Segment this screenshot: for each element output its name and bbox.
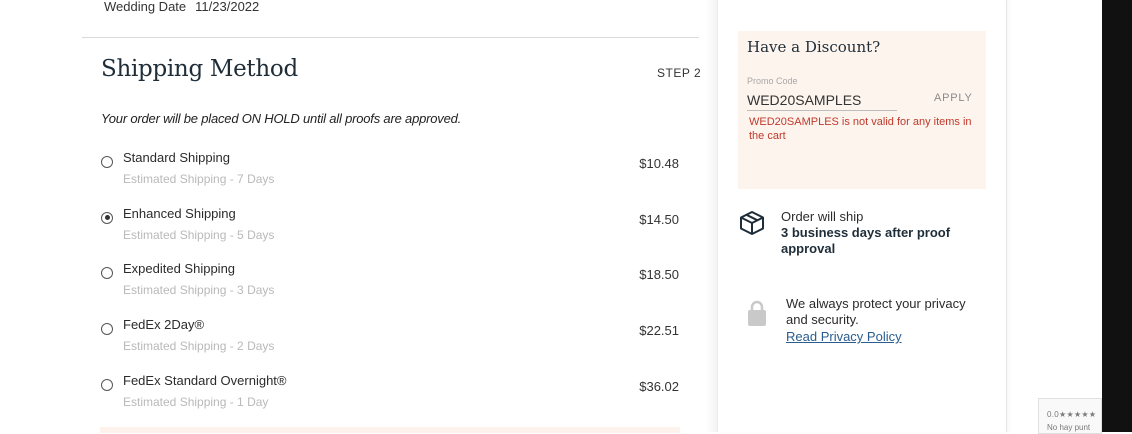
shipping-option[interactable]: Enhanced Shipping Estimated Shipping - 5 …	[101, 206, 681, 250]
shipping-option-price: $10.48	[639, 156, 679, 171]
shipping-option-estimate: Estimated Shipping - 1 Day	[123, 394, 269, 409]
recaptcha-badge[interactable]: 0.0★★★★★ No hay punt	[1038, 398, 1102, 434]
shipping-option[interactable]: Expedited Shipping Estimated Shipping - 3…	[101, 261, 681, 305]
lock-icon	[746, 300, 768, 333]
shipping-radio[interactable]	[101, 156, 113, 168]
shipping-option-estimate: Estimated Shipping - 2 Days	[123, 339, 275, 354]
shipping-option[interactable]: FedEx 2Day® Estimated Shipping - 2 Days $2…	[101, 317, 681, 361]
box-icon	[739, 210, 765, 241]
shipping-radio[interactable]	[101, 378, 113, 391]
promo-code-input[interactable]	[747, 90, 897, 111]
shipping-option-price: $22.51	[639, 323, 679, 339]
shipping-option-name: Standard Shipping	[123, 150, 230, 165]
shipping-option-price: $18.50	[639, 267, 679, 283]
shipping-option-name: Expedited Shipping	[123, 261, 236, 277]
shipping-option-price: $36.02	[639, 378, 679, 394]
shipping-option[interactable]: Standard Shipping Estimated Shipping - 7 …	[101, 150, 681, 194]
ship-info-lead: Order will ship	[781, 209, 864, 224]
shipping-option-name: FedEx 2Day®	[123, 317, 205, 333]
recaptcha-text: No hay punt	[1047, 423, 1091, 432]
section-divider	[82, 37, 699, 38]
shipping-option-name: Enhanced Shipping	[123, 205, 236, 221]
shipping-option-price: $14.50	[639, 211, 679, 227]
discount-box: Have a Discount? Promo Code APPLY WED20S…	[738, 31, 986, 189]
promo-error-message: WED20SAMPLES is not valid for any items …	[749, 116, 972, 142]
recaptcha-rating: 0.0★★★★★	[1047, 410, 1097, 419]
promo-code-label: Promo Code	[747, 76, 798, 86]
discount-title: Have a Discount?	[747, 38, 881, 56]
wedding-date-row: Wedding Date 11/23/2022	[104, 0, 259, 14]
wedding-date-label: Wedding Date	[104, 0, 187, 14]
shipping-option-estimate: Estimated Shipping - 3 Days	[123, 283, 275, 298]
hold-notice: Your order will be placed ON HOLD until …	[101, 111, 462, 126]
shipping-option-estimate: Estimated Shipping - 5 Days	[123, 227, 275, 242]
apply-button[interactable]: APPLY	[934, 92, 973, 104]
privacy-text: We always protect your privacy and secur…	[786, 296, 966, 327]
privacy-policy-link[interactable]: Read Privacy Policy	[786, 329, 902, 344]
step-indicator: STEP 2	[657, 66, 702, 80]
page-title: Shipping Method	[101, 56, 298, 82]
shipping-radio[interactable]	[101, 211, 113, 224]
shipping-option[interactable]: FedEx Standard Overnight® Estimated Shipp…	[101, 373, 681, 417]
shipping-radio[interactable]	[101, 267, 113, 280]
wedding-date-value: 11/23/2022	[195, 0, 260, 14]
viewport-edge	[1102, 0, 1132, 432]
ship-info-detail: 3 business days after proof approval	[781, 225, 951, 256]
order-summary-panel: Have a Discount? Promo Code APPLY WED20S…	[717, 0, 1007, 432]
shipping-radio[interactable]	[101, 323, 113, 336]
shipping-option-estimate: Estimated Shipping - 7 Days	[123, 172, 275, 186]
shipping-option-name: FedEx Standard Overnight®	[123, 372, 287, 388]
next-section-strip	[100, 427, 680, 433]
